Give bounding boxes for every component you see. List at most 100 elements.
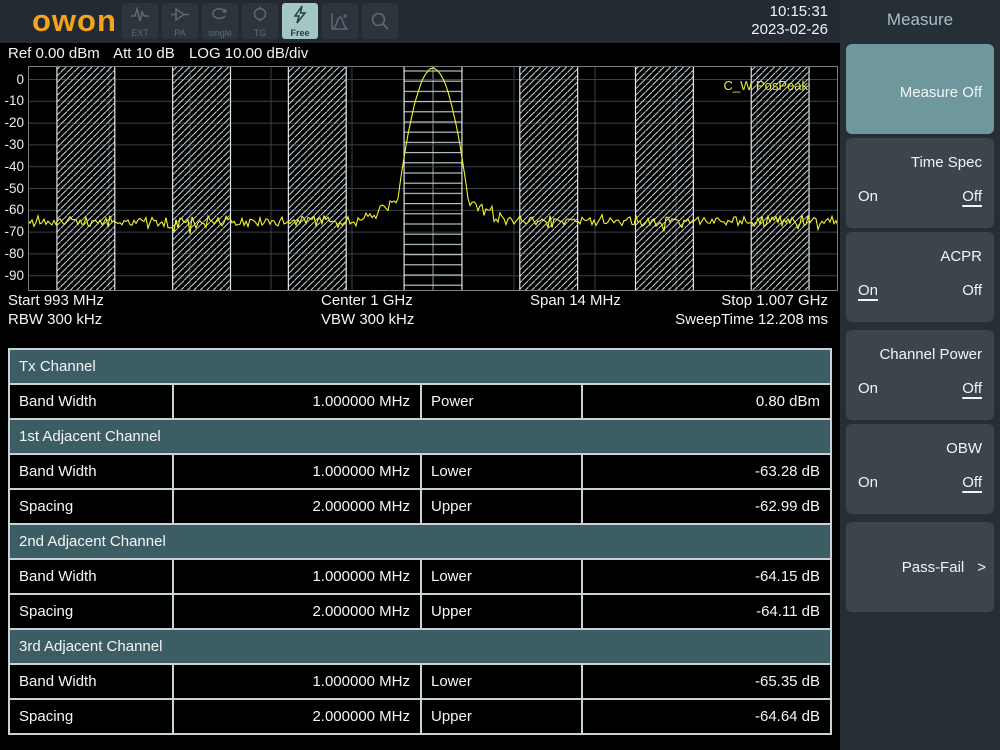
single-label: single xyxy=(202,28,238,38)
param-value: -64.64 dB xyxy=(582,699,831,734)
single-sweep-button[interactable]: single xyxy=(202,3,238,39)
peak-chart-icon xyxy=(329,10,351,32)
param-label: Power xyxy=(421,384,582,419)
ref-level: Ref 0.00 dBm xyxy=(8,45,100,62)
menu-title: Measure xyxy=(840,10,1000,30)
channel-power-on[interactable]: On xyxy=(858,380,878,397)
param-label: Lower xyxy=(421,559,582,594)
acpr-button[interactable]: ACPR On Off xyxy=(846,232,994,322)
pass-fail-button[interactable]: Pass-Fail > xyxy=(846,522,994,612)
y-axis-tick: -50 xyxy=(0,181,24,197)
time-spec-label: Time Spec xyxy=(911,154,982,171)
table-row: Band Width 1.000000 MHz Power 0.80 dBm xyxy=(9,384,831,419)
y-axis-tick: 0 xyxy=(0,72,24,88)
y-axis: 0-10-20-30-40-50-60-70-80-90 xyxy=(0,66,25,291)
spectrum-analyzer-screen: owon EXT PA single xyxy=(0,0,1000,750)
table-section-row: 1st Adjacent Channel xyxy=(9,419,831,454)
param-value: 2.000000 MHz xyxy=(173,699,421,734)
param-label: Band Width xyxy=(9,559,173,594)
y-axis-tick: -10 xyxy=(0,93,24,109)
section-label: 3rd Adjacent Channel xyxy=(9,629,831,664)
obw-button[interactable]: OBW On Off xyxy=(846,424,994,514)
table-section-row: 3rd Adjacent Channel xyxy=(9,629,831,664)
param-value: 1.000000 MHz xyxy=(173,559,421,594)
amplitude-settings-line: Ref 0.00 dBm Att 10 dB LOG 10.00 dB/div xyxy=(8,45,318,62)
channel-power-off[interactable]: Off xyxy=(962,380,982,397)
param-value: -62.99 dB xyxy=(582,489,831,524)
start-frequency: Start 993 MHz xyxy=(8,292,104,310)
param-label: Upper xyxy=(421,594,582,629)
param-value: -64.11 dB xyxy=(582,594,831,629)
obw-label: OBW xyxy=(946,440,982,457)
tracking-generator-button[interactable]: TG xyxy=(242,3,278,39)
ext-trigger-button[interactable]: EXT xyxy=(122,3,158,39)
param-value: 1.000000 MHz xyxy=(173,664,421,699)
time-spec-button[interactable]: Time Spec On Off xyxy=(846,138,994,228)
section-label: Tx Channel xyxy=(9,349,831,384)
time-spec-on[interactable]: On xyxy=(858,188,878,205)
param-value: 2.000000 MHz xyxy=(173,489,421,524)
param-value: -64.15 dB xyxy=(582,559,831,594)
table-section-row: 2nd Adjacent Channel xyxy=(9,524,831,559)
param-label: Lower xyxy=(421,664,582,699)
param-value: 1.000000 MHz xyxy=(173,454,421,489)
preamp-button[interactable]: PA xyxy=(162,3,198,39)
y-axis-tick: -30 xyxy=(0,137,24,153)
clock: 10:15:31 2023-02-26 xyxy=(751,3,828,39)
date: 2023-02-26 xyxy=(751,21,828,39)
param-label: Spacing xyxy=(9,699,173,734)
y-axis-tick: -80 xyxy=(0,246,24,262)
time-spec-off[interactable]: Off xyxy=(962,188,982,205)
param-label: Lower xyxy=(421,454,582,489)
table-row: Band Width 1.000000 MHz Lower -63.28 dB xyxy=(9,454,831,489)
stop-frequency: Stop 1.007 GHz xyxy=(721,292,828,310)
param-value: -65.35 dB xyxy=(582,664,831,699)
acpr-label: ACPR xyxy=(940,248,982,265)
param-label: Band Width xyxy=(9,664,173,699)
span: Span 14 MHz xyxy=(530,292,621,310)
param-label: Band Width xyxy=(9,454,173,489)
time: 10:15:31 xyxy=(751,3,828,21)
channel-power-label: Channel Power xyxy=(879,346,982,363)
table-row: Band Width 1.000000 MHz Lower -64.15 dB xyxy=(9,559,831,594)
param-label: Band Width xyxy=(9,384,173,419)
section-label: 1st Adjacent Channel xyxy=(9,419,831,454)
measure-off-button[interactable]: Measure Off xyxy=(846,44,994,134)
ext-label: EXT xyxy=(122,28,158,38)
loop-arrow-icon xyxy=(210,5,230,25)
obw-off[interactable]: Off xyxy=(962,474,982,491)
acpr-off[interactable]: Off xyxy=(962,282,982,299)
table-row: Spacing 2.000000 MHz Upper -62.99 dB xyxy=(9,489,831,524)
obw-on[interactable]: On xyxy=(858,474,878,491)
top-toolbar: owon EXT PA single xyxy=(0,0,840,43)
trace-mode-label: C_W PosPeak xyxy=(723,78,808,93)
free-run-button[interactable]: Free xyxy=(282,3,318,39)
search-button[interactable] xyxy=(362,3,398,39)
param-value: 0.80 dBm xyxy=(582,384,831,419)
y-axis-tick: -60 xyxy=(0,202,24,218)
log-scale: LOG 10.00 dB/div xyxy=(189,45,308,62)
sweep-time: SweepTime 12.208 ms xyxy=(675,311,828,329)
chevron-right-icon: > xyxy=(977,559,986,576)
section-label: 2nd Adjacent Channel xyxy=(9,524,831,559)
y-axis-tick: -70 xyxy=(0,224,24,240)
table-row: Band Width 1.000000 MHz Lower -65.35 dB xyxy=(9,664,831,699)
free-label: Free xyxy=(282,28,318,38)
pa-label: PA xyxy=(162,28,198,38)
trace-peak-button[interactable] xyxy=(322,3,358,39)
param-value: -63.28 dB xyxy=(582,454,831,489)
spectrum-plot: C_W PosPeak xyxy=(28,66,838,291)
acpr-on[interactable]: On xyxy=(858,282,878,299)
vbw: VBW 300 kHz xyxy=(321,311,414,329)
param-value: 2.000000 MHz xyxy=(173,594,421,629)
channel-power-button[interactable]: Channel Power On Off xyxy=(846,330,994,420)
param-label: Upper xyxy=(421,489,582,524)
param-value: 1.000000 MHz xyxy=(173,384,421,419)
param-label: Upper xyxy=(421,699,582,734)
table-section-row: Tx Channel xyxy=(9,349,831,384)
lightning-bolt-icon xyxy=(290,5,310,25)
y-axis-tick: -90 xyxy=(0,268,24,284)
y-axis-tick: -40 xyxy=(0,159,24,175)
center-frequency: Center 1 GHz xyxy=(321,292,413,310)
attenuation: Att 10 dB xyxy=(113,45,175,62)
